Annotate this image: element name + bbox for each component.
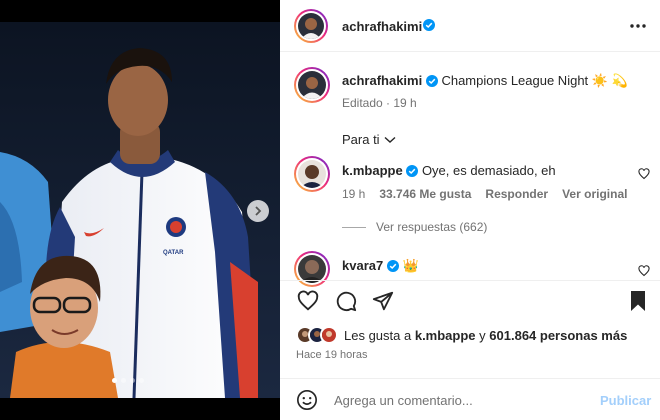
author-username[interactable]: achrafhakimi [342,19,422,34]
reply-button[interactable]: Responder [485,187,548,201]
carousel-indicator [112,378,144,383]
replies-divider [342,226,366,228]
caption-meta: Editado · 19 h [342,96,417,110]
view-replies-label: Ver respuestas (662) [376,220,488,234]
carousel-dot [121,378,126,383]
comment-input[interactable] [334,389,584,411]
post-action-bar [280,280,660,320]
comment-composer: Publicar [280,378,660,420]
commenter-avatar[interactable] [294,156,330,192]
likes-user[interactable]: k.mbappe [415,328,476,343]
chevron-right-icon [255,206,262,216]
comment-likes[interactable]: 33.746 Me gusta [379,187,471,201]
caption-avatar[interactable] [294,67,330,103]
comment-time: 19 h [342,187,366,201]
verified-badge-icon [386,260,399,272]
caption-emojis: ☀️ 💫 [591,73,628,88]
comment-text: Oye, es demasiado, eh [421,163,556,178]
view-replies-button[interactable]: Ver respuestas (662) [342,220,487,234]
avatar-image [298,13,324,39]
sort-label: Para ti [342,132,380,147]
share-send-icon[interactable] [372,290,394,312]
carousel-next-button[interactable] [247,200,269,222]
likes-summary[interactable]: Les gusta a k.mbappe y 601.864 personas … [296,326,627,344]
likes-joiner: y [479,327,486,343]
like-heart-icon[interactable] [296,290,320,312]
likes-prefix: Les gusta a [344,327,412,343]
post-timestamp: Hace 19 horas [296,349,368,361]
post-header: achrafhakimi [280,0,660,52]
post-panel: achrafhakimi achrafhakimi Champions Leag… [280,0,660,420]
more-options-icon[interactable] [628,18,648,34]
photo-illustration: QATAR [0,22,280,398]
caption-text: achrafhakimi Champions League Night ☀️ 💫 [342,73,628,89]
avatar-image [298,71,326,99]
bookmark-save-icon[interactable] [629,290,647,312]
comment-username[interactable]: k.mbappe [342,163,403,178]
see-original-button[interactable]: Ver original [562,187,627,201]
publish-button[interactable]: Publicar [600,393,651,408]
comment-text: 👑 [402,258,419,273]
post-media[interactable]: QATAR [0,0,280,420]
edited-label: Editado [342,96,383,110]
likes-text: Les gusta a k.mbappe y 601.864 personas … [344,328,627,343]
verified-badge-icon [423,19,435,31]
avatar-image [298,160,326,188]
comment-bubble-icon[interactable] [334,290,358,312]
verified-badge-icon [425,75,438,87]
comment-line: kvara7 👑 [342,258,419,274]
carousel-dot [130,378,135,383]
comment-actions: 19 h 33.746 Me gusta Responder Ver origi… [342,187,627,201]
caption-body: Champions League Night [441,73,589,88]
comment-line: k.mbappe Oye, es demasiado, eh [342,163,556,178]
edited-time: 19 h [393,96,417,110]
post-photo: QATAR [0,22,280,398]
likes-count[interactable]: 601.864 personas más [489,328,627,343]
comment-like-heart-icon[interactable] [638,265,650,277]
caption-username[interactable]: achrafhakimi [342,73,422,88]
comment-like-heart-icon[interactable] [638,168,650,180]
chevron-down-icon [384,136,396,143]
comment-username[interactable]: kvara7 [342,258,383,273]
carousel-dot [112,378,117,383]
emoji-icon[interactable] [296,389,318,411]
svg-text:QATAR: QATAR [163,250,184,256]
comment-sort-dropdown[interactable]: Para ti [342,132,396,147]
liker-avatar [320,326,338,344]
verified-badge-icon [406,165,419,177]
carousel-dot [139,378,144,383]
avatar-image [298,255,326,283]
author-avatar[interactable] [294,9,328,43]
